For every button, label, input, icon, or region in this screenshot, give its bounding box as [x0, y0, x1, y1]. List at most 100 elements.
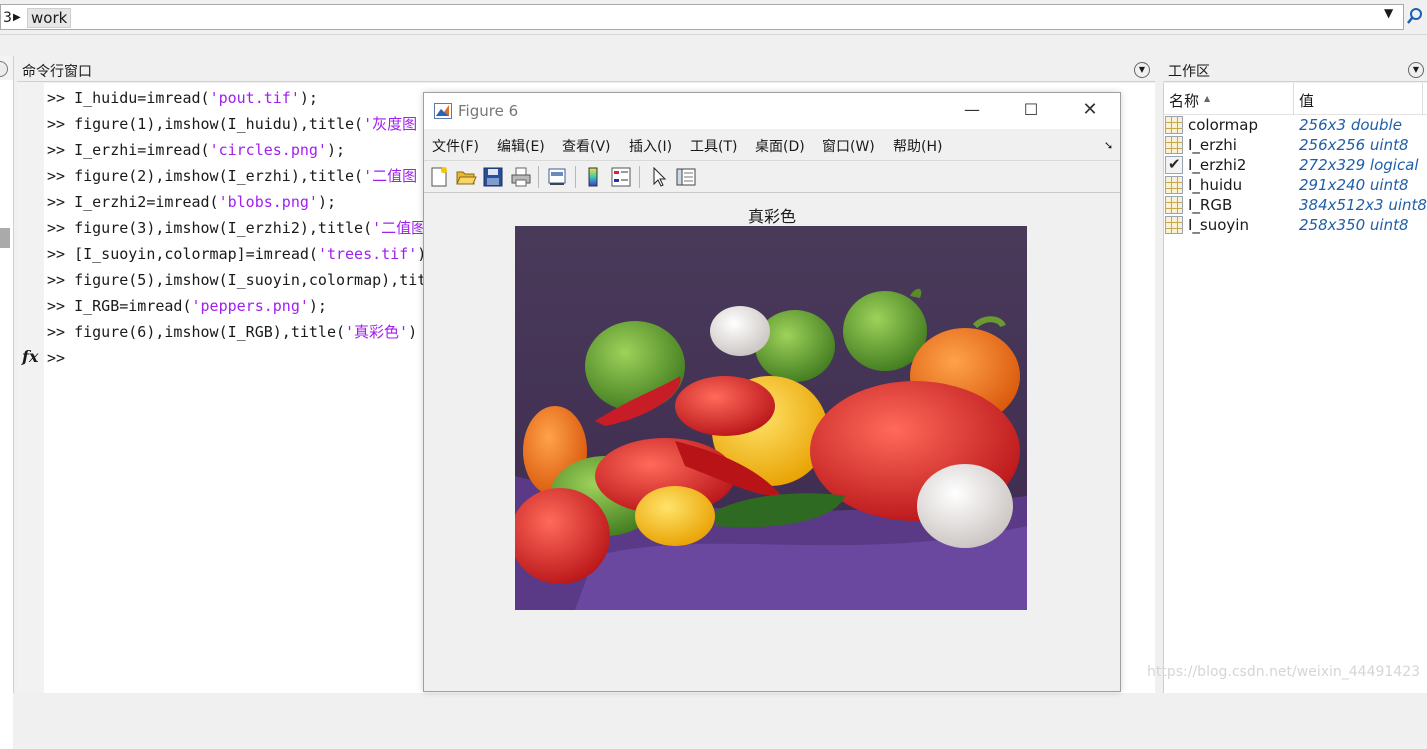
string-literal: 'circles.png': [209, 141, 327, 159]
minimize-button[interactable]: —: [957, 97, 987, 125]
logical-icon: [1165, 155, 1183, 174]
prompt: >>: [47, 167, 66, 185]
command-history-line: >> figure(6),imshow(I_RGB),title('真彩色'): [47, 319, 417, 345]
prompt: >>: [47, 271, 66, 289]
workspace-variable-row[interactable]: I_erzhi 256x256 uint8: [1164, 135, 1427, 155]
prompt: >>: [47, 141, 66, 159]
menu-view[interactable]: 查看(V): [562, 136, 611, 156]
link-plot-icon[interactable]: [546, 166, 568, 188]
code-tail: );: [326, 141, 346, 159]
chevron-down-icon[interactable]: ▼: [1384, 6, 1393, 20]
menu-help[interactable]: 帮助(H): [893, 136, 942, 156]
select-pointer-icon[interactable]: [648, 166, 670, 188]
menu-insert[interactable]: 插入(I): [629, 136, 672, 156]
menu-desktop[interactable]: 桌面(D): [755, 136, 805, 156]
command-history-line: >> figure(1),imshow(I_huidu),title('灰度图: [47, 111, 417, 137]
prompt: >>: [47, 219, 66, 237]
variable-name: I_suoyin: [1188, 216, 1249, 234]
column-name-header[interactable]: 名称: [1169, 90, 1199, 111]
matrix-icon: [1165, 116, 1183, 134]
column-divider[interactable]: [1422, 83, 1423, 115]
variable-value: 258x350 uint8: [1299, 216, 1409, 234]
string-literal: 'trees.tif': [317, 245, 418, 263]
prompt: >>: [47, 323, 66, 341]
column-value-header[interactable]: 值: [1299, 90, 1314, 111]
workspace-variable-row[interactable]: I_RGB 384x512x3 uint8: [1164, 195, 1427, 215]
command-window-title: 命令行窗口: [22, 64, 92, 80]
panel-menu-icon[interactable]: [0, 61, 8, 77]
command-history-line: >> I_huidu=imread('pout.tif');: [47, 85, 318, 111]
workspace-column-header: 名称 ▲ 值: [1164, 83, 1427, 115]
workspace-variable-row[interactable]: I_huidu 291x240 uint8: [1164, 175, 1427, 195]
string-literal: 'peppers.png': [191, 297, 309, 315]
command-history-line: >> figure(2),imshow(I_erzhi),title('二值图: [47, 163, 417, 189]
prompt: >>: [47, 193, 66, 211]
code-tail: );: [308, 297, 327, 315]
code-text: I_RGB=imread(: [74, 297, 192, 315]
menu-edit[interactable]: 编辑(E): [497, 136, 545, 156]
menu-file[interactable]: 文件(F): [432, 136, 479, 156]
watermark: https://blog.csdn.net/weixin_44491423: [1147, 664, 1421, 680]
prompt: >>: [47, 115, 66, 133]
code-tail: ): [408, 323, 418, 341]
variable-name: I_erzhi: [1188, 136, 1237, 154]
plot-tools-icon[interactable]: [675, 166, 697, 188]
matrix-icon: [1165, 136, 1183, 154]
command-input-line[interactable]: >>: [47, 345, 65, 371]
workspace-variable-row[interactable]: I_suoyin 258x350 uint8: [1164, 215, 1427, 235]
string-literal: '二值图: [372, 219, 427, 237]
close-button[interactable]: ✕: [1075, 97, 1105, 125]
open-file-icon[interactable]: [455, 166, 477, 188]
breadcrumb-work[interactable]: work: [27, 8, 72, 28]
workspace-variable-row[interactable]: colormap 256x3 double: [1164, 115, 1427, 135]
toolbar-separator: [639, 166, 640, 188]
code-text: I_erzhi2=imread(: [74, 193, 219, 211]
peppers-image: [515, 226, 1027, 610]
current-folder-field[interactable]: 3 ▶ work: [0, 4, 1404, 30]
address-bar: 3 ▶ work ▼: [0, 0, 1427, 35]
code-tail: );: [317, 193, 336, 211]
variable-name: I_huidu: [1188, 176, 1243, 194]
code-text: figure(1),imshow(I_huidu),title(: [74, 115, 364, 133]
code-text: figure(5),imshow(I_suoyin,colormap),tit: [74, 271, 427, 289]
variable-name: I_erzhi2: [1188, 156, 1247, 174]
string-literal: 'blobs.png': [218, 193, 318, 211]
variable-name: colormap: [1188, 116, 1258, 134]
matlab-logo-icon: [434, 103, 452, 119]
save-icon[interactable]: [482, 166, 504, 188]
menu-tools[interactable]: 工具(T): [690, 136, 737, 156]
matrix-icon: [1165, 216, 1183, 234]
collapsed-side-panel: [0, 56, 14, 749]
figure-titlebar[interactable]: Figure 6 — ☐ ✕: [424, 93, 1120, 129]
maximize-button[interactable]: ☐: [1016, 97, 1046, 125]
string-literal: '真彩色': [345, 323, 409, 341]
workspace-variable-row[interactable]: I_erzhi2 272x329 logical: [1164, 155, 1427, 175]
legend-icon[interactable]: [610, 166, 632, 188]
string-literal: '灰度图: [363, 115, 418, 133]
command-history-line: >> I_erzhi=imread('circles.png');: [47, 137, 345, 163]
variable-value: 256x3 double: [1299, 116, 1402, 134]
figure-menubar: 文件(F) 编辑(E) 查看(V) 插入(I) 工具(T) 桌面(D) 窗口(W…: [424, 130, 1120, 160]
command-history-line: >> figure(3),imshow(I_erzhi2),title('二值图: [47, 215, 426, 241]
workspace-header: 工作区 ▼: [1163, 58, 1427, 82]
matrix-icon: [1165, 176, 1183, 194]
variable-value: 384x512x3 uint8: [1299, 196, 1427, 214]
variable-value: 291x240 uint8: [1299, 176, 1409, 194]
panel-actions-icon[interactable]: ▼: [1134, 62, 1150, 78]
colorbar-icon[interactable]: [582, 166, 604, 188]
matrix-icon: [1165, 196, 1183, 214]
prompt: >>: [47, 245, 66, 263]
string-literal: 'pout.tif': [209, 89, 300, 107]
function-browser-icon[interactable]: fx: [22, 347, 38, 366]
menu-window[interactable]: 窗口(W): [822, 136, 875, 156]
column-divider[interactable]: [1293, 83, 1294, 115]
new-figure-icon[interactable]: [428, 166, 450, 188]
variable-name: I_RGB: [1188, 196, 1233, 214]
code-text: I_huidu=imread(: [74, 89, 210, 107]
print-icon[interactable]: [510, 166, 532, 188]
workspace-title: 工作区: [1168, 64, 1210, 80]
dock-arrow-icon[interactable]: ➘: [1104, 139, 1113, 152]
panel-actions-icon[interactable]: ▼: [1408, 62, 1424, 78]
search-icon[interactable]: [1406, 6, 1424, 26]
address-prefix: 3: [3, 10, 12, 26]
